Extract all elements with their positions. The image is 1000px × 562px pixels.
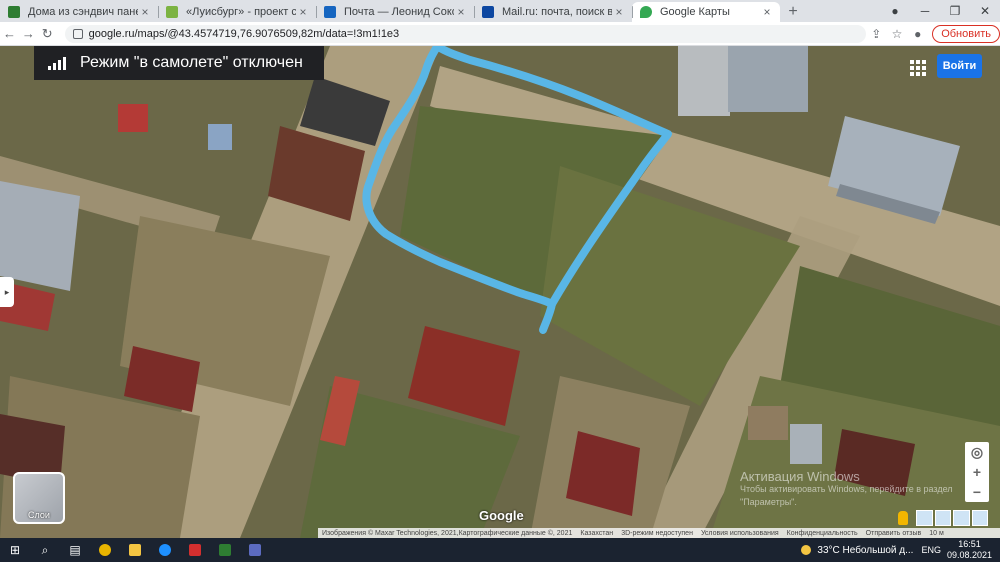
tab-favicon-icon: [324, 6, 336, 18]
google-logo: Google: [479, 508, 524, 523]
address-bar[interactable]: google.ru/maps/@43.4574719,76.9076509,82…: [64, 24, 866, 43]
excel-icon[interactable]: [210, 538, 240, 562]
task-view-icon[interactable]: ▤: [60, 538, 90, 562]
tab-favicon-icon: [482, 6, 494, 18]
expand-panel-button[interactable]: ▸: [0, 277, 14, 307]
close-tab-icon[interactable]: ×: [138, 5, 152, 19]
window-controls: ● ─ ❐ ✕: [880, 0, 1000, 22]
zoom-out-button[interactable]: −: [965, 482, 989, 502]
edge-icon[interactable]: [150, 538, 180, 562]
chrome-icon[interactable]: [90, 538, 120, 562]
pegman-icon[interactable]: [898, 511, 908, 525]
forward-button[interactable]: →: [19, 26, 38, 41]
file-explorer-icon[interactable]: [120, 538, 150, 562]
toolbar: ← → ↻ google.ru/maps/@43.4574719,76.9076…: [0, 22, 1000, 46]
map-controls: ◎ + −: [965, 442, 989, 502]
maps-pin-icon: [640, 6, 652, 18]
back-button[interactable]: ←: [0, 26, 19, 41]
url-text: google.ru/maps/@43.4574719,76.9076509,82…: [88, 27, 400, 40]
layers-button[interactable]: Слои: [13, 472, 65, 524]
activation-text: "Параметры".: [740, 497, 797, 507]
browser-tab[interactable]: «Луисбург» - проект строитель×: [158, 2, 316, 22]
browser-tab[interactable]: Mail.ru: почта, поиск в интерне×: [474, 2, 632, 22]
signal-icon: [48, 56, 66, 70]
satellite-map[interactable]: Режим "в самолете" отключен Войти ▸ Слои…: [0, 46, 1000, 538]
acrobat-icon[interactable]: [180, 538, 210, 562]
share-icon[interactable]: ⇪: [866, 27, 887, 41]
language-indicator[interactable]: ENG: [921, 545, 941, 555]
tab-title: Mail.ru: почта, поиск в интерне: [502, 6, 612, 18]
airplane-mode-toast: Режим "в самолете" отключен: [34, 46, 324, 80]
clock[interactable]: 16:51 09.08.2021: [947, 539, 992, 561]
tab-title: Почта — Леонид Соколов — Ог: [344, 6, 454, 18]
close-tab-icon[interactable]: ×: [760, 5, 774, 19]
close-window-button[interactable]: ✕: [970, 0, 1000, 22]
search-icon[interactable]: ⌕: [30, 538, 60, 562]
lock-icon: [72, 28, 83, 39]
zoom-in-button[interactable]: +: [965, 462, 989, 482]
toast-text: Режим "в самолете" отключен: [80, 54, 303, 71]
download-icon[interactable]: ●: [880, 0, 910, 22]
tab-favicon-icon: [8, 6, 20, 18]
weather-icon: [801, 545, 812, 555]
privacy-link[interactable]: Конфиденциальность: [787, 530, 858, 537]
start-button[interactable]: ⊞: [0, 538, 30, 562]
new-tab-button[interactable]: +: [780, 2, 806, 22]
terms-link[interactable]: Условия использования: [701, 530, 779, 537]
activation-text: Чтобы активировать Windows, перейдите в …: [740, 484, 953, 494]
sign-in-button[interactable]: Войти: [937, 54, 982, 78]
browser-tab-active[interactable]: Google Карты ×: [632, 2, 780, 22]
windows-activation-watermark: Активация Windows Чтобы активировать Win…: [740, 470, 953, 509]
system-tray: ENG: [921, 545, 941, 555]
restore-button[interactable]: ❐: [940, 0, 970, 22]
reload-button[interactable]: ↻: [38, 26, 57, 42]
tab-title: «Луисбург» - проект строитель: [186, 6, 296, 18]
tab-strip: Дома из сэндвич панелей по к× «Луисбург»…: [0, 0, 1000, 22]
layers-label: Слои: [28, 510, 50, 520]
tab-favicon-icon: [166, 6, 178, 18]
profile-icon[interactable]: ●: [907, 27, 928, 41]
attribution-text: Изображения © Maxar Technologies, 2021,К…: [322, 529, 573, 537]
close-tab-icon[interactable]: ×: [612, 5, 626, 19]
close-tab-icon[interactable]: ×: [296, 5, 310, 19]
clock-time: 16:51: [958, 539, 981, 549]
clock-date: 09.08.2021: [946, 550, 992, 560]
attribution-country[interactable]: Казахстан: [580, 530, 613, 537]
weather-widget[interactable]: 33°C Небольшой д...: [801, 545, 913, 556]
google-apps-icon[interactable]: [910, 60, 926, 76]
activation-heading: Активация Windows: [740, 469, 860, 484]
attribution-bar: Изображения © Maxar Technologies, 2021,К…: [318, 528, 1000, 538]
star-icon[interactable]: ☆: [887, 27, 908, 41]
windows-taskbar: ⊞ ⌕ ▤ 33°C Небольшой д... ENG 16:51 09.0…: [0, 538, 1000, 562]
browser-tab[interactable]: Дома из сэндвич панелей по к×: [0, 2, 158, 22]
update-button[interactable]: Обновить: [932, 24, 1000, 43]
satellite-imagery: [0, 46, 1000, 538]
scale-label[interactable]: 10 м: [929, 530, 944, 537]
tab-title: Google Карты: [660, 6, 730, 18]
feedback-link[interactable]: Отправить отзыв: [866, 530, 922, 537]
minimize-button[interactable]: ─: [910, 0, 940, 22]
browser-tab[interactable]: Почта — Леонид Соколов — Ог×: [316, 2, 474, 22]
tab-title: Дома из сэндвич панелей по к: [28, 6, 138, 18]
attribution-3d: 3D-режим недоступен: [621, 529, 693, 537]
scale-thumbnails: [916, 510, 988, 526]
weather-text: 33°C Небольшой д...: [817, 544, 914, 556]
my-location-icon[interactable]: ◎: [965, 442, 989, 462]
close-tab-icon[interactable]: ×: [454, 5, 468, 19]
teams-icon[interactable]: [240, 538, 270, 562]
